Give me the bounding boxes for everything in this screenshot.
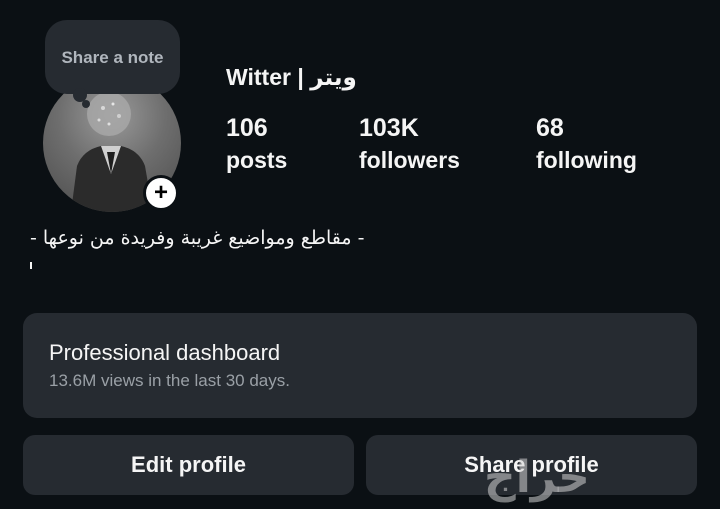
posts-count: 106 <box>226 114 268 142</box>
haraj-watermark: حراج <box>484 452 590 503</box>
plus-icon[interactable]: + <box>143 175 179 211</box>
edit-profile-button[interactable]: Edit profile <box>23 435 354 495</box>
dashboard-subtitle: 13.6M views in the last 30 days. <box>49 371 290 390</box>
dashboard-title: Professional dashboard <box>49 340 281 365</box>
following-label: following <box>536 147 637 173</box>
share-note-bubble[interactable]: Share a note <box>45 20 180 94</box>
followers-count: 103K <box>359 114 419 142</box>
professional-dashboard-card[interactable]: Professional dashboard 13.6M views in th… <box>23 313 697 418</box>
posts-label: posts <box>226 147 288 173</box>
profile-page: Share a note + Witter | ويتر 106 posts 1… <box>0 0 720 509</box>
bio-cursor <box>30 262 32 269</box>
following-count: 68 <box>536 114 564 142</box>
profile-bio: - مقاطع ومواضيع غريبة وفريدة من نوعها - <box>30 227 365 249</box>
following-stat[interactable]: 68 following <box>536 112 637 176</box>
note-text: Share a note <box>61 47 164 67</box>
profile-username: Witter | ويتر <box>226 64 357 90</box>
followers-label: followers <box>359 147 460 173</box>
note-bubble-tail-small <box>82 100 90 108</box>
posts-stat: 106 posts <box>226 112 287 176</box>
followers-stat[interactable]: 103K followers <box>359 112 460 176</box>
